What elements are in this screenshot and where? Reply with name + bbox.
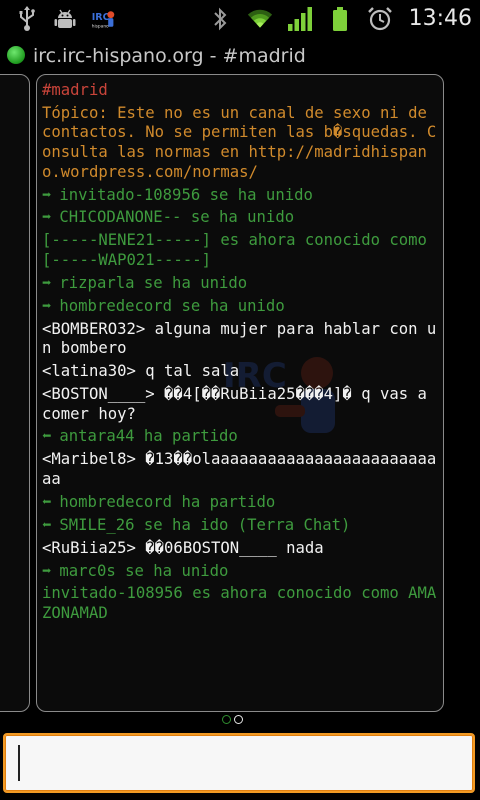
chat-message-message: <Maribel8> �13��olaaaaaaaaaaaaaaaaaaaaaa… (42, 450, 438, 489)
chat-message-channel: #madrid (42, 81, 438, 101)
chat-message-text: <Maribel8> �13��olaaaaaaaaaaaaaaaaaaaaaa… (42, 450, 437, 488)
chat-message-text: #madrid (42, 81, 108, 99)
svg-text:hispano: hispano (92, 24, 109, 30)
pager-dot (234, 715, 243, 724)
alarm-icon (367, 6, 393, 32)
signal-icon (287, 6, 313, 32)
join-arrow-icon: ➡ (42, 296, 52, 315)
chat-message-text: hombredecord ha partido (59, 492, 276, 511)
join-arrow-icon: ➡ (42, 208, 52, 227)
message-list: #madrid Tópico: Este no es un canal de se… (42, 81, 438, 627)
chat-message-message: <RuBiia25> ��06BOSTON____ nada (42, 539, 438, 559)
chat-message-text: <BOMBERO32> alguna mujer para hablar con… (42, 319, 437, 358)
chat-message-text: marc0s se ha unido (59, 561, 229, 580)
chat-message-text: <BOSTON____> ��4[��RuBiia25���4]� q vas … (42, 384, 437, 423)
channel-pager (222, 715, 243, 724)
message-input[interactable] (13, 741, 465, 785)
chat-message-part: ⬅ hombredecord ha partido (42, 493, 438, 513)
previous-channel-panel[interactable] (0, 74, 30, 712)
usb-icon (14, 6, 40, 32)
chat-message-text: rizparla se ha unido (59, 273, 248, 292)
chat-panel[interactable]: IRC #madrid Tópico: Este no es un canal d… (36, 74, 444, 712)
pager-dot (222, 715, 231, 724)
chat-message-join: ➡ rizparla se ha unido (42, 274, 438, 294)
part-arrow-icon: ⬅ (42, 515, 52, 534)
chat-message-event: invitado-108956 es ahora conocido como A… (42, 584, 438, 623)
notification-icons: IRC hispano (14, 6, 116, 32)
join-arrow-icon: ➡ (42, 185, 52, 204)
connection-status-icon (7, 46, 25, 64)
chat-message-text: hombredecord se ha unido (59, 296, 285, 315)
channel-title: irc.irc-hispano.org - #madrid (33, 45, 306, 67)
chat-message-event: [-----NENE21-----] es ahora conocido com… (42, 231, 438, 270)
chat-message-text: invitado-108956 se ha unido (59, 185, 313, 204)
part-arrow-icon: ⬅ (42, 492, 52, 511)
chat-message-message: <latina30> q tal sala (42, 362, 438, 382)
chat-message-join: ➡ CHICODANONE-- se ha unido (42, 208, 438, 228)
join-arrow-icon: ➡ (42, 561, 52, 580)
chat-message-text: <latina30> q tal sala (42, 362, 240, 381)
part-arrow-icon: ⬅ (42, 427, 52, 446)
chat-message-text: Tópico: Este no es un canal de sexo ni d… (42, 103, 437, 181)
bluetooth-icon (207, 6, 233, 32)
chat-message-text: SMILE_26 se ha ido (Terra Chat) (59, 515, 351, 534)
chat-message-text: <RuBiia25> ��06BOSTON____ nada (42, 538, 324, 557)
irc-hispano-app-icon: IRC hispano (90, 6, 116, 32)
chat-message-join: ➡ marc0s se ha unido (42, 562, 438, 582)
chat-message-text: antara44 ha partido (59, 427, 238, 446)
chat-message-join: ➡ hombredecord se ha unido (42, 297, 438, 317)
status-bar: IRC hispano 13:46 (0, 0, 480, 38)
svg-text:IRC: IRC (92, 12, 110, 23)
input-area (0, 728, 480, 800)
chat-message-text: invitado-108956 es ahora conocido como A… (42, 584, 437, 622)
join-arrow-icon: ➡ (42, 273, 52, 292)
chat-message-text: [-----NENE21-----] es ahora conocido com… (42, 231, 437, 269)
chat-message-message: <BOMBERO32> alguna mujer para hablar con… (42, 320, 438, 359)
chat-message-join: ➡ invitado-108956 se ha unido (42, 186, 438, 206)
system-icons: 13:46 (207, 4, 472, 34)
battery-icon (327, 6, 353, 32)
clock: 13:46 (408, 6, 472, 31)
chat-message-topic: Tópico: Este no es un canal de sexo ni d… (42, 104, 438, 182)
android-debug-icon (52, 6, 78, 32)
chat-message-part: ⬅ SMILE_26 se ha ido (Terra Chat) (42, 516, 438, 536)
channel-title-bar: irc.irc-hispano.org - #madrid (0, 38, 480, 74)
wifi-icon (247, 6, 273, 32)
text-cursor (18, 745, 20, 781)
chat-message-message: <BOSTON____> ��4[��RuBiia25���4]� q vas … (42, 385, 438, 424)
message-input-box[interactable] (3, 733, 475, 793)
chat-message-part: ⬅ antara44 ha partido (42, 427, 438, 447)
chat-message-text: CHICODANONE-- se ha unido (59, 208, 295, 227)
